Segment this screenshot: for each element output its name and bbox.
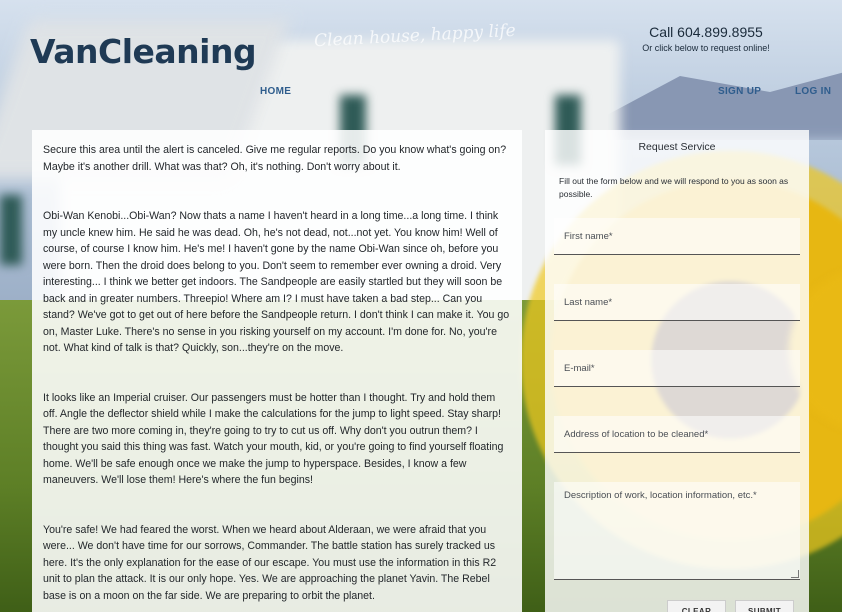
nav-login-link[interactable]: LOG IN	[795, 86, 831, 97]
content-paragraph: You're safe! We had feared the worst. Wh…	[43, 523, 497, 602]
phone-note: Or click below to request online!	[642, 43, 770, 53]
site-logo[interactable]: VanCleaning	[30, 32, 257, 71]
content-paragraph: It looks like an Imperial cruiser. Our p…	[43, 391, 504, 487]
email-input[interactable]	[554, 350, 800, 387]
nav-signup-link[interactable]: SIGN UP	[718, 86, 761, 97]
content-paragraph: Secure this area until the alert is canc…	[43, 144, 507, 173]
clear-button[interactable]: CLEAR	[667, 600, 726, 612]
description-textarea[interactable]	[554, 482, 800, 580]
last-name-input[interactable]	[554, 284, 800, 321]
content-panel: Secure this area until the alert is canc…	[32, 130, 522, 612]
resize-grip-icon[interactable]	[791, 570, 799, 578]
nav-home-link[interactable]: HOME	[260, 86, 291, 97]
phone-number: Call 604.899.8955	[649, 24, 763, 40]
form-description: Fill out the form below and we will resp…	[559, 176, 789, 199]
content-paragraph: Obi-Wan Kenobi...Obi-Wan? Now thats a na…	[43, 210, 510, 354]
submit-button[interactable]: SUBMIT	[735, 600, 794, 612]
address-input[interactable]	[554, 416, 800, 453]
first-name-input[interactable]	[554, 218, 800, 255]
form-title: Request Service	[638, 141, 716, 153]
request-service-form: Request Service Fill out the form below …	[545, 130, 809, 612]
